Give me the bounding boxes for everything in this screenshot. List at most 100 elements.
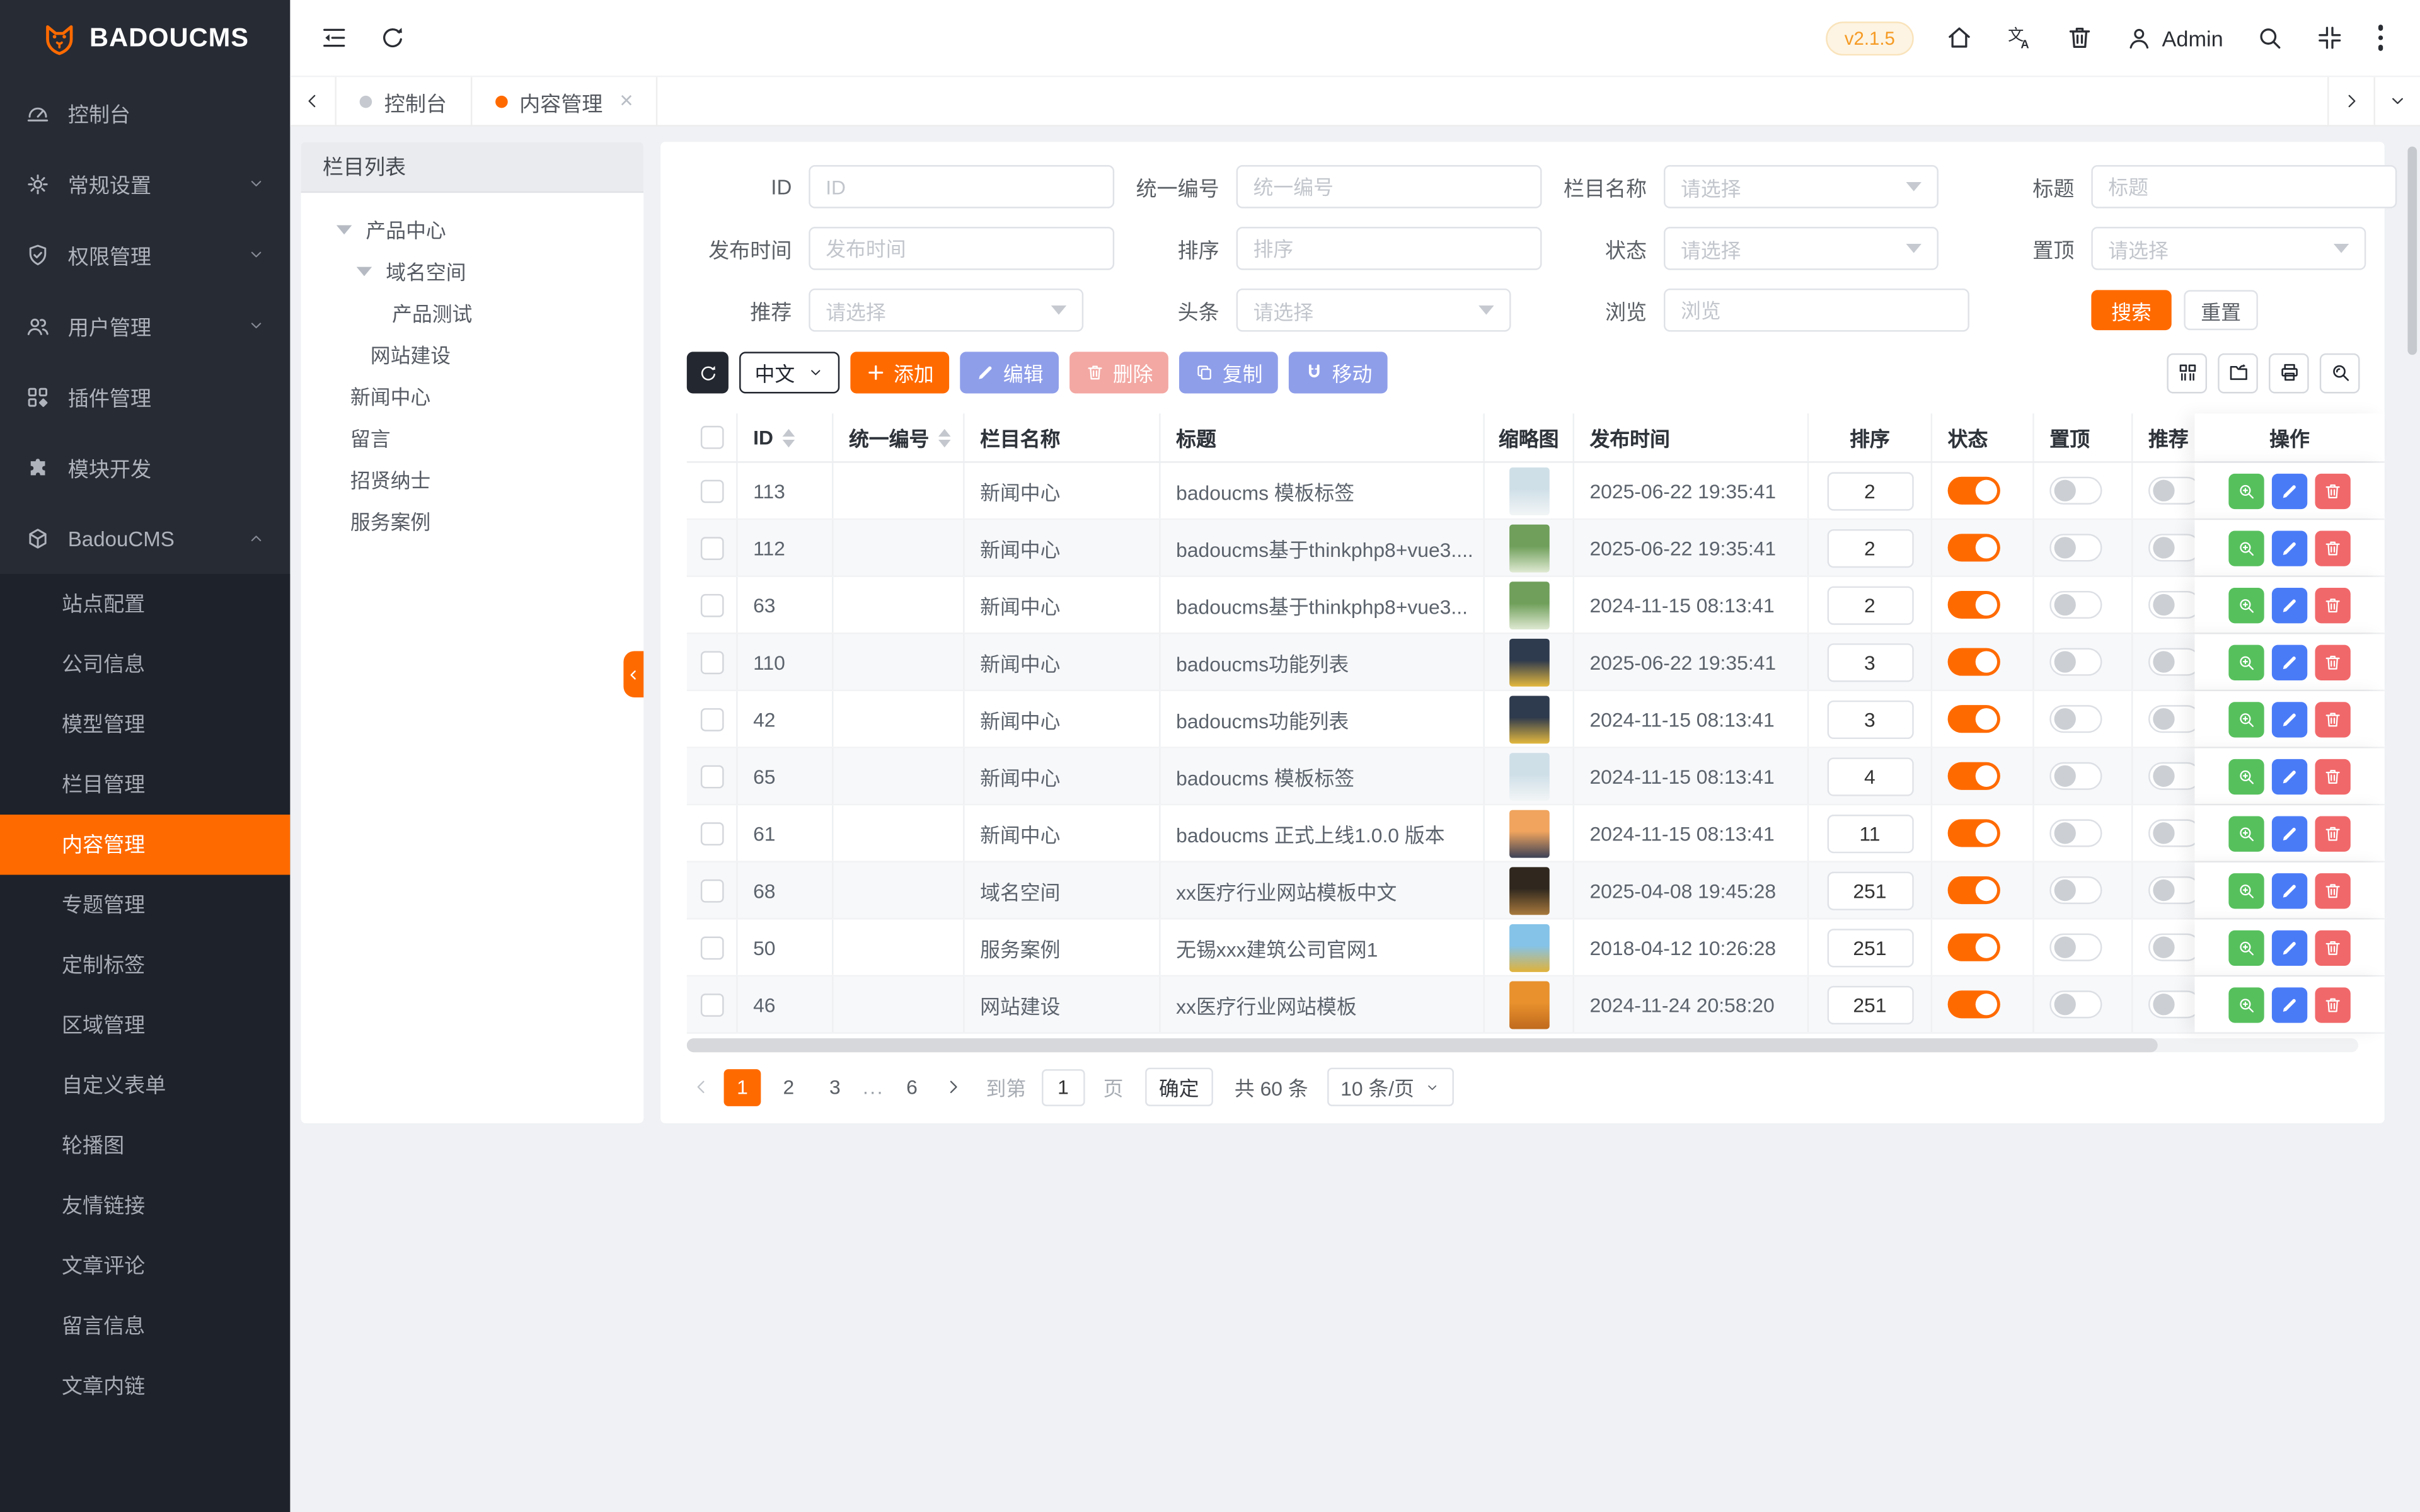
refresh-page-button[interactable]: [378, 23, 408, 53]
sidebar-subitem-site-config[interactable]: 站点配置: [0, 574, 290, 634]
sidebar-subitem-categories[interactable]: 栏目管理: [0, 755, 290, 815]
recommend-select[interactable]: 请选择: [809, 289, 1083, 332]
row-sort-input[interactable]: [1826, 529, 1913, 567]
row-delete-button[interactable]: [2315, 930, 2350, 965]
row-sort-input[interactable]: [1826, 871, 1913, 909]
row-sort-input[interactable]: [1826, 471, 1913, 510]
row-delete-button[interactable]: [2315, 587, 2350, 622]
sidebar-item-badoucms[interactable]: BadouCMS: [0, 503, 290, 574]
row-thumbnail[interactable]: [1509, 980, 1549, 1028]
page-button-6[interactable]: 6: [894, 1068, 931, 1106]
row-checkbox[interactable]: [700, 650, 723, 673]
home-button[interactable]: [1944, 23, 1974, 53]
search-button[interactable]: [2254, 23, 2284, 53]
select-all-checkbox[interactable]: [700, 426, 723, 449]
tabs-menu-button[interactable]: [2374, 77, 2420, 125]
row-top-toggle[interactable]: [2049, 876, 2102, 904]
row-delete-button[interactable]: [2315, 815, 2350, 850]
views-input[interactable]: [1664, 289, 1969, 332]
sidebar-item-plugins[interactable]: 插件管理: [0, 361, 290, 432]
sidebar-subitem-article-inlinks[interactable]: 文章内链: [0, 1356, 290, 1417]
sort-icons[interactable]: [783, 428, 795, 447]
row-preview-button[interactable]: [2228, 473, 2264, 508]
top-select[interactable]: 请选择: [2091, 227, 2366, 270]
row-checkbox[interactable]: [700, 822, 723, 845]
row-recommend-toggle[interactable]: [2148, 648, 2201, 676]
row-thumbnail[interactable]: [1509, 467, 1549, 515]
tree-node-recruit[interactable]: 招贤纳士: [301, 458, 644, 500]
app-logo[interactable]: BADOUCMS: [0, 0, 290, 77]
sidebar-item-dashboard[interactable]: 控制台: [0, 77, 290, 148]
row-delete-button[interactable]: [2315, 701, 2350, 736]
window-scrollbar[interactable]: [2407, 147, 2417, 355]
table-refresh-button[interactable]: [687, 352, 729, 393]
row-status-toggle[interactable]: [1948, 762, 2000, 790]
sidebar-subitem-friend-links[interactable]: 友情链接: [0, 1176, 290, 1236]
row-status-toggle[interactable]: [1948, 477, 2000, 505]
row-edit-button[interactable]: [2272, 473, 2307, 508]
sidebar-item-users[interactable]: 用户管理: [0, 290, 290, 361]
row-delete-button[interactable]: [2315, 759, 2350, 794]
row-recommend-toggle[interactable]: [2148, 477, 2201, 505]
edit-button[interactable]: 编辑: [960, 352, 1059, 393]
uid-input[interactable]: [1236, 165, 1542, 209]
row-status-toggle[interactable]: [1948, 705, 2000, 733]
title-input[interactable]: [2091, 165, 2397, 209]
row-checkbox[interactable]: [700, 536, 723, 559]
row-thumbnail[interactable]: [1509, 695, 1549, 743]
tree-node-guestbook[interactable]: 留言: [301, 416, 644, 458]
horizontal-scrollbar[interactable]: [687, 1038, 2358, 1052]
add-button[interactable]: 添加: [850, 352, 949, 393]
sidebar-subitem-models[interactable]: 模型管理: [0, 694, 290, 755]
row-checkbox[interactable]: [700, 936, 723, 959]
user-menu[interactable]: Admin: [2125, 24, 2223, 52]
row-sort-input[interactable]: [1826, 585, 1913, 624]
row-thumbnail[interactable]: [1509, 524, 1549, 571]
row-checkbox[interactable]: [700, 764, 723, 788]
sidebar-subitem-regions[interactable]: 区域管理: [0, 995, 290, 1056]
sidebar-subitem-custom-forms[interactable]: 自定义表单: [0, 1055, 290, 1116]
row-status-toggle[interactable]: [1948, 591, 2000, 619]
row-recommend-toggle[interactable]: [2148, 534, 2201, 561]
print-button[interactable]: [2269, 353, 2309, 393]
tree-node-news-center[interactable]: 新闻中心: [301, 375, 644, 416]
row-thumbnail[interactable]: [1509, 752, 1549, 800]
row-edit-button[interactable]: [2272, 815, 2307, 850]
row-top-toggle[interactable]: [2049, 648, 2102, 676]
row-edit-button[interactable]: [2272, 930, 2307, 965]
row-recommend-toggle[interactable]: [2148, 990, 2201, 1018]
row-edit-button[interactable]: [2272, 759, 2307, 794]
row-status-toggle[interactable]: [1948, 876, 2000, 904]
row-preview-button[interactable]: [2228, 530, 2264, 565]
row-status-toggle[interactable]: [1948, 819, 2000, 847]
row-sort-input[interactable]: [1826, 985, 1913, 1024]
row-thumbnail[interactable]: [1509, 809, 1549, 857]
move-button[interactable]: 移动: [1289, 352, 1388, 393]
search-button[interactable]: 搜索: [2091, 290, 2171, 330]
goto-confirm-button[interactable]: 确定: [1145, 1068, 1213, 1106]
tree-node-domain-space[interactable]: 域名空间: [301, 250, 644, 292]
headline-select[interactable]: 请选择: [1236, 289, 1511, 332]
row-top-toggle[interactable]: [2049, 534, 2102, 561]
row-delete-button[interactable]: [2315, 873, 2350, 908]
sort-icons[interactable]: [938, 428, 951, 447]
row-checkbox[interactable]: [700, 707, 723, 731]
row-status-toggle[interactable]: [1948, 534, 2000, 561]
close-tab-icon[interactable]: ×: [619, 88, 633, 115]
row-edit-button[interactable]: [2272, 587, 2307, 622]
language-select[interactable]: 中文: [739, 352, 839, 393]
collapse-panel-handle[interactable]: [623, 651, 643, 697]
row-thumbnail[interactable]: [1509, 638, 1549, 686]
row-status-toggle[interactable]: [1948, 934, 2000, 961]
row-preview-button[interactable]: [2228, 644, 2264, 679]
prev-page-button[interactable]: [687, 1068, 715, 1106]
row-edit-button[interactable]: [2272, 644, 2307, 679]
row-preview-button[interactable]: [2228, 930, 2264, 965]
more-menu-button[interactable]: [2375, 22, 2386, 54]
row-delete-button[interactable]: [2315, 987, 2350, 1022]
sidebar-item-module-dev[interactable]: 模块开发: [0, 432, 290, 503]
tree-node-product-center[interactable]: 产品中心: [301, 209, 644, 250]
sidebar-item-general-settings[interactable]: 常规设置: [0, 148, 290, 219]
collapse-sidebar-button[interactable]: [320, 23, 349, 53]
row-sort-input[interactable]: [1826, 928, 1913, 966]
